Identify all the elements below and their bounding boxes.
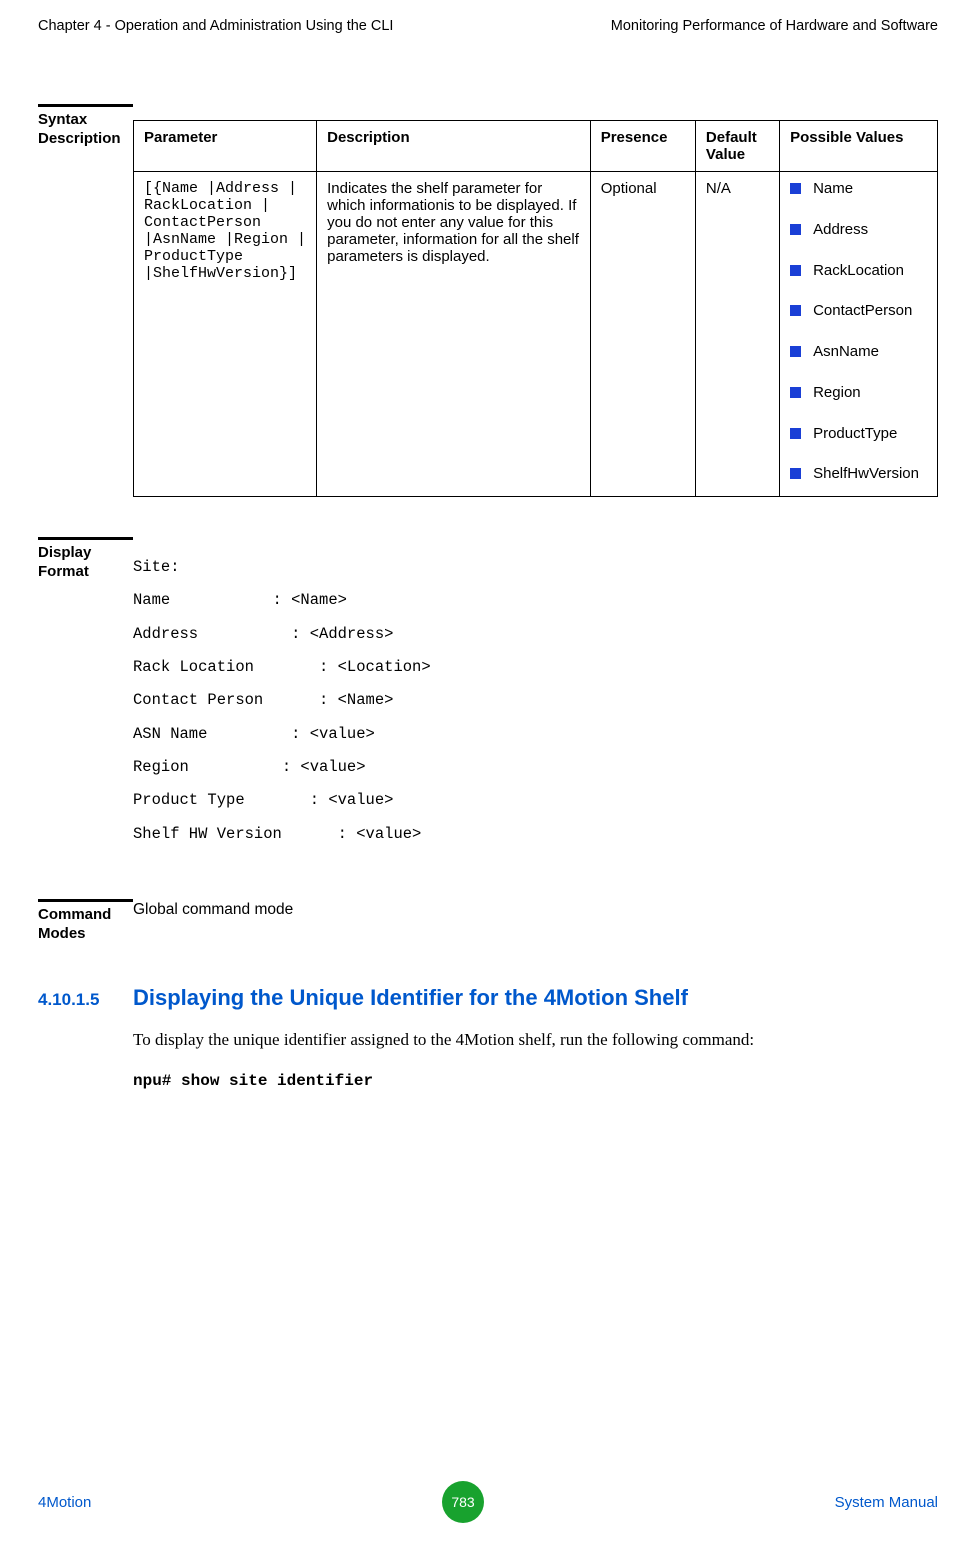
col-parameter: Parameter xyxy=(134,121,317,172)
page-number-badge: 783 xyxy=(442,1481,484,1523)
header-right: Monitoring Performance of Hardware and S… xyxy=(611,18,938,34)
syntax-section: Syntax Description Parameter Description… xyxy=(38,104,938,497)
display-section: Display Format Site: Name : <Name> Addre… xyxy=(38,537,938,851)
value-text: RackLocation xyxy=(813,262,904,281)
cell-parameter: [{Name |Address | RackLocation | Contact… xyxy=(134,172,317,497)
bullet-icon xyxy=(790,387,801,398)
list-item: Region xyxy=(790,384,927,403)
display-format-text: Site: Name : <Name> Address : <Address> … xyxy=(133,551,938,851)
col-description: Description xyxy=(317,121,591,172)
col-values: Possible Values xyxy=(780,121,938,172)
command-modes-label: Command Modes xyxy=(38,899,133,944)
value-text: ShelfHwVersion xyxy=(813,465,919,484)
bullet-icon xyxy=(790,224,801,235)
bullet-icon xyxy=(790,183,801,194)
cell-presence: Optional xyxy=(590,172,695,497)
list-item: ContactPerson xyxy=(790,302,927,321)
value-text: ContactPerson xyxy=(813,302,912,321)
value-text: Address xyxy=(813,221,868,240)
subsection-paragraph: To display the unique identifier assigne… xyxy=(133,1027,938,1053)
list-item: ProductType xyxy=(790,425,927,444)
bullet-icon xyxy=(790,265,801,276)
cell-default: N/A xyxy=(695,172,779,497)
page-content: Syntax Description Parameter Description… xyxy=(0,34,976,1090)
list-item: ShelfHwVersion xyxy=(790,465,927,484)
list-item: Name xyxy=(790,180,927,199)
footer-right: System Manual xyxy=(835,1494,938,1511)
syntax-body: Parameter Description Presence Default V… xyxy=(133,104,938,497)
bullet-icon xyxy=(790,428,801,439)
display-label: Display Format xyxy=(38,537,133,582)
subsection-number: 4.10.1.5 xyxy=(38,990,133,1010)
command-line: npu# show site identifier xyxy=(133,1072,938,1090)
syntax-table: Parameter Description Presence Default V… xyxy=(133,120,938,497)
display-body: Site: Name : <Name> Address : <Address> … xyxy=(133,537,938,851)
header-left: Chapter 4 - Operation and Administration… xyxy=(38,18,393,34)
page-header: Chapter 4 - Operation and Administration… xyxy=(0,0,976,34)
list-item: RackLocation xyxy=(790,262,927,281)
table-header-row: Parameter Description Presence Default V… xyxy=(134,121,938,172)
command-modes-section: Command Modes Global command mode xyxy=(38,899,938,944)
value-text: AsnName xyxy=(813,343,879,362)
value-text: Region xyxy=(813,384,861,403)
bullet-icon xyxy=(790,346,801,357)
list-item: AsnName xyxy=(790,343,927,362)
col-default: Default Value xyxy=(695,121,779,172)
col-presence: Presence xyxy=(590,121,695,172)
table-row: [{Name |Address | RackLocation | Contact… xyxy=(134,172,938,497)
value-text: Name xyxy=(813,180,853,199)
subsection-title: Displaying the Unique Identifier for the… xyxy=(133,985,688,1011)
cell-values: Name Address RackLocation ContactPerson … xyxy=(780,172,938,497)
syntax-label: Syntax Description xyxy=(38,104,133,149)
footer-left: 4Motion xyxy=(38,1494,91,1511)
cell-description: Indicates the shelf parameter for which … xyxy=(317,172,591,497)
bullet-icon xyxy=(790,305,801,316)
list-item: Address xyxy=(790,221,927,240)
values-list: Name Address RackLocation ContactPerson … xyxy=(790,180,927,484)
command-modes-body: Global command mode xyxy=(133,899,938,919)
value-text: ProductType xyxy=(813,425,897,444)
subsection-heading: 4.10.1.5 Displaying the Unique Identifie… xyxy=(38,985,938,1011)
page-footer: 4Motion 783 System Manual xyxy=(0,1481,976,1523)
bullet-icon xyxy=(790,468,801,479)
